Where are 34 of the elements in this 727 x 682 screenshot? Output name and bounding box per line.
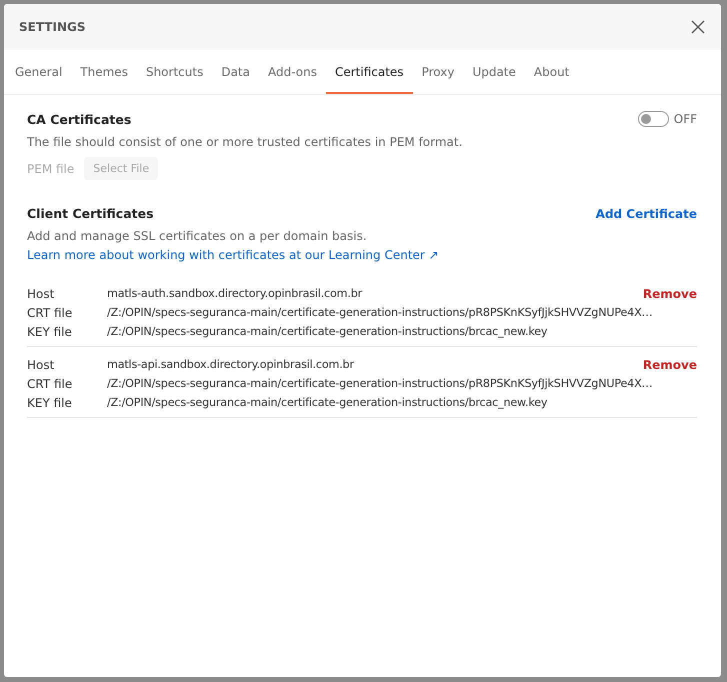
tab[interactable]: Certificates [326,52,413,94]
description: The file should consist of one or more trusted certificates in PEM format. [27,135,464,149]
field-value: /Z:/OPIN/specs-seguranca-main/certificate-generation-instructions/brcac_new.key [107,325,548,338]
remove-link[interactable]: Remove [642,358,697,372]
tab[interactable]: Shortcuts [136,52,212,94]
close-icon[interactable] [691,20,705,34]
field-value: /Z:/OPIN/specs-seguranca-main/certificate-generation-instructions/pR8PSKnKSyfJjkSHVVZgNUPe4X… [107,377,654,390]
field-label: Host [27,286,56,300]
window-title: SETTINGS [19,20,86,34]
learning-center-link[interactable]: Learn more about working with certificates at our Learning Center ↗ [27,248,697,262]
tab[interactable]: Update [463,52,525,94]
remove-link[interactable]: Remove [642,286,697,300]
field-value: /Z:/OPIN/specs-seguranca-main/certificate-generation-instructions/pR8PSKnKSyfJjkSHVVZgNUPe4X… [107,306,654,319]
field-label: Host [27,358,56,372]
add-certificate-link[interactable]: Add Certificate [596,206,697,220]
toggle-label: OFF [674,112,697,126]
field-value: matls-auth.sandbox.directory.opinbrasil.com.br [107,287,364,300]
field-label: KEY file [27,396,73,410]
tab[interactable]: Data [212,52,259,94]
tab[interactable]: Proxy [412,52,464,94]
field-value: matls-api.sandbox.directory.opinbrasil.com.br [107,358,356,371]
field-label: CRT file [27,306,74,320]
description: Add and manage SSL certificates on a per domain basis. [27,229,368,243]
tab[interactable]: General [6,52,72,94]
section-title: Client Certificates [27,206,154,221]
field-label: KEY file [27,324,73,338]
field-value: /Z:/OPIN/specs-seguranca-main/certificate-generation-instructions/brcac_new.key [107,396,548,409]
section-title: CA Certificates [27,112,132,126]
field-label: CRT file [27,376,74,390]
toggle-switch[interactable] [638,111,669,127]
tab[interactable]: About [524,52,578,94]
tab[interactable]: Add-ons [258,52,326,94]
tab[interactable]: Themes [71,52,137,94]
field-label: PEM file [27,162,74,176]
